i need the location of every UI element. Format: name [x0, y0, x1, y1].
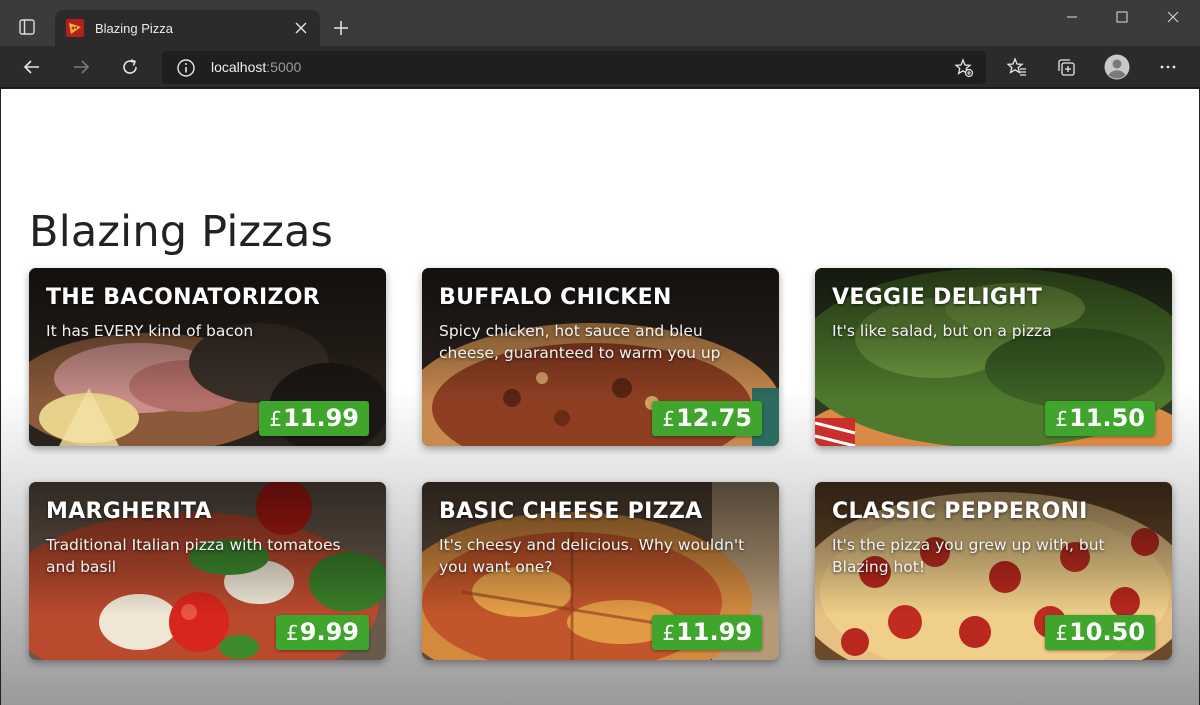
favorites-button[interactable]	[1000, 51, 1034, 83]
refresh-icon	[123, 59, 137, 74]
new-tab-button[interactable]	[326, 14, 356, 42]
currency-symbol: £	[662, 621, 676, 645]
price-badge: £11.99	[259, 401, 369, 436]
tab-title: Blazing Pizza	[95, 20, 174, 36]
settings-more-button[interactable]	[1151, 51, 1185, 83]
tab-actions-button[interactable]	[10, 12, 44, 42]
currency-symbol: £	[662, 407, 676, 431]
currency-symbol: £	[269, 407, 283, 431]
url-port: :5000	[266, 59, 302, 75]
price-badge: £9.99	[276, 615, 369, 650]
pizza-description: It has EVERY kind of bacon	[46, 322, 254, 340]
close-icon	[295, 22, 307, 34]
price-badge: £12.75	[652, 401, 762, 436]
price-amount: 10.50	[1069, 618, 1145, 646]
pizza-description: It's the pizza you grew up with, but Bla…	[832, 536, 1105, 576]
refresh-button[interactable]	[113, 51, 147, 83]
pizza-card[interactable]: THE BACONATORIZOR It has EVERY kind of b…	[29, 268, 386, 446]
price-amount: 12.75	[676, 404, 752, 432]
pizza-description: Traditional Italian pizza with tomatoes …	[46, 536, 341, 576]
page-viewport: Blazing Pizzas THE BACONATORIZOR It has …	[1, 89, 1199, 705]
pizza-name: BUFFALO CHICKEN	[439, 285, 672, 310]
back-button[interactable]	[15, 51, 49, 83]
browser-titlebar: Blazing Pizza	[0, 0, 1200, 46]
pizza-description: It's like salad, but on a pizza	[832, 322, 1052, 340]
pizza-name: MARGHERITA	[46, 499, 212, 524]
pizza-description: It's cheesy and delicious. Why wouldn't …	[439, 536, 745, 576]
pizza-name: THE BACONATORIZOR	[46, 285, 321, 310]
profile-button[interactable]	[1100, 51, 1134, 83]
address-bar[interactable]: localhost:5000	[162, 51, 986, 84]
browser-tab[interactable]: Blazing Pizza	[55, 10, 320, 46]
page-title: Blazing Pizzas	[29, 207, 334, 257]
more-icon	[1160, 65, 1176, 69]
pizza-name: CLASSIC PEPPERONI	[832, 499, 1088, 524]
minimize-button[interactable]	[1049, 2, 1095, 32]
pizza-name: BASIC CHEESE PIZZA	[439, 499, 703, 524]
url-host: localhost	[211, 59, 267, 75]
close-window-button[interactable]	[1150, 2, 1196, 32]
pizza-favicon-icon	[66, 19, 84, 37]
arrow-left-icon	[23, 60, 39, 74]
currency-symbol: £	[1055, 621, 1069, 645]
collections-icon	[1058, 59, 1075, 76]
price-amount: 9.99	[299, 618, 359, 646]
price-amount: 11.99	[283, 404, 359, 432]
star-add-icon	[954, 58, 974, 78]
pizza-card[interactable]: VEGGIE DELIGHT It's like salad, but on a…	[815, 268, 1172, 446]
currency-symbol: £	[286, 621, 299, 645]
favorites-icon	[1007, 57, 1026, 76]
close-window-icon	[1167, 11, 1179, 23]
price-badge: £11.99	[652, 615, 762, 650]
tab-actions-icon	[19, 19, 35, 35]
pizza-card[interactable]: MARGHERITA Traditional Italian pizza wit…	[29, 482, 386, 660]
arrow-right-icon	[74, 60, 90, 74]
pizza-card[interactable]: BASIC CHEESE PIZZA It's cheesy and delic…	[422, 482, 779, 660]
minimize-icon	[1067, 16, 1077, 18]
collections-button[interactable]	[1049, 51, 1083, 83]
pizza-name: VEGGIE DELIGHT	[832, 285, 1043, 310]
forward-button[interactable]	[64, 51, 98, 83]
add-favorite-button[interactable]	[952, 56, 976, 80]
price-amount: 11.50	[1069, 404, 1145, 432]
browser-toolbar: localhost:5000	[0, 46, 1200, 88]
avatar-icon	[1104, 54, 1130, 80]
url-text[interactable]: localhost:5000	[211, 59, 301, 75]
maximize-icon	[1116, 11, 1128, 23]
tab-close-button[interactable]	[288, 15, 314, 41]
plus-icon	[334, 21, 348, 35]
maximize-button[interactable]	[1099, 2, 1145, 32]
price-badge: £10.50	[1045, 615, 1155, 650]
pizza-card[interactable]: CLASSIC PEPPERONI It's the pizza you gre…	[815, 482, 1172, 660]
pizza-description: Spicy chicken, hot sauce and bleu cheese…	[439, 322, 721, 362]
pizza-card[interactable]: BUFFALO CHICKEN Spicy chicken, hot sauce…	[422, 268, 779, 446]
price-amount: 11.99	[676, 618, 752, 646]
price-badge: £11.50	[1045, 401, 1155, 436]
currency-symbol: £	[1055, 407, 1069, 431]
info-icon[interactable]	[176, 58, 196, 78]
